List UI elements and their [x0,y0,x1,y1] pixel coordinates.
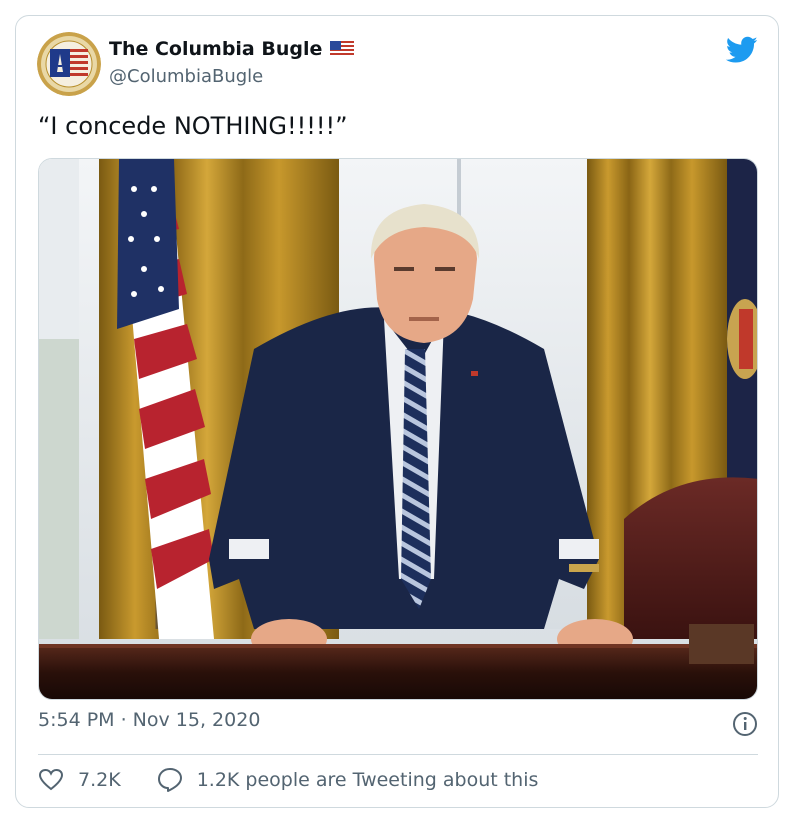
like-count: 7.2K [78,769,121,791]
tweet-card[interactable]: The Columbia Bugle @ColumbiaBugle “I con… [15,15,779,808]
engagement-bar: 7.2K 1.2K people are Tweeting about this [38,767,574,793]
author-display-name[interactable]: The Columbia Bugle [109,38,322,60]
heart-icon [38,768,64,791]
divider [38,754,758,755]
tweeting-count-text: 1.2K people are Tweeting about this [196,769,539,791]
us-flag-icon [330,41,355,57]
like-button[interactable]: 7.2K [38,768,121,792]
tweeting-link[interactable]: 1.2K people are Tweeting about this [157,767,539,793]
twitter-bird-icon[interactable] [726,36,758,64]
info-icon[interactable] [732,711,758,737]
tweet-photo[interactable] [38,158,758,700]
reply-bubble-icon [157,768,182,792]
tweet-text: “I concede NOTHING!!!!!” [38,112,348,140]
tweet-timestamp[interactable]: 5:54 PM · Nov 15, 2020 [38,709,260,731]
author-avatar[interactable] [37,32,101,96]
author-handle[interactable]: @ColumbiaBugle [109,66,263,87]
